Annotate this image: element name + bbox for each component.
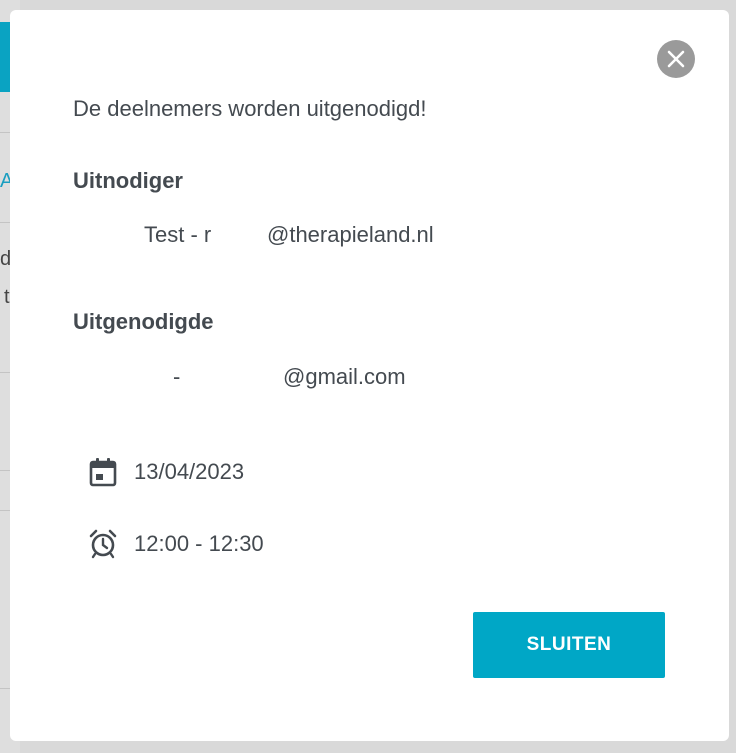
close-button[interactable]	[657, 40, 695, 78]
invitation-confirmation-modal: De deelnemers worden uitgenodigd! Uitnod…	[10, 10, 729, 741]
appointment-time: 12:00 - 12:30	[134, 531, 264, 556]
appointment-date: 13/04/2023	[134, 459, 245, 484]
close-icon	[667, 50, 685, 68]
confirmation-message: De deelnemers worden uitgenodigd!	[73, 96, 427, 121]
background-header-accent	[0, 22, 10, 92]
invitee-name-separator: -	[173, 364, 181, 389]
invitee-email: @gmail.com	[283, 364, 406, 389]
invitee-title: Uitgenodigde	[73, 309, 214, 334]
inviter-title: Uitnodiger	[73, 168, 183, 193]
time-row: 12:00 - 12:30	[88, 529, 264, 559]
date-row: 13/04/2023	[88, 457, 244, 487]
inviter-email: @therapieland.nl	[267, 222, 434, 247]
calendar-icon	[88, 457, 118, 487]
alarm-clock-icon	[88, 529, 118, 559]
inviter-name: Test - r	[144, 222, 212, 247]
close-confirm-button[interactable]: SLUITEN	[473, 612, 665, 678]
background-text-fragment: t	[4, 286, 10, 308]
